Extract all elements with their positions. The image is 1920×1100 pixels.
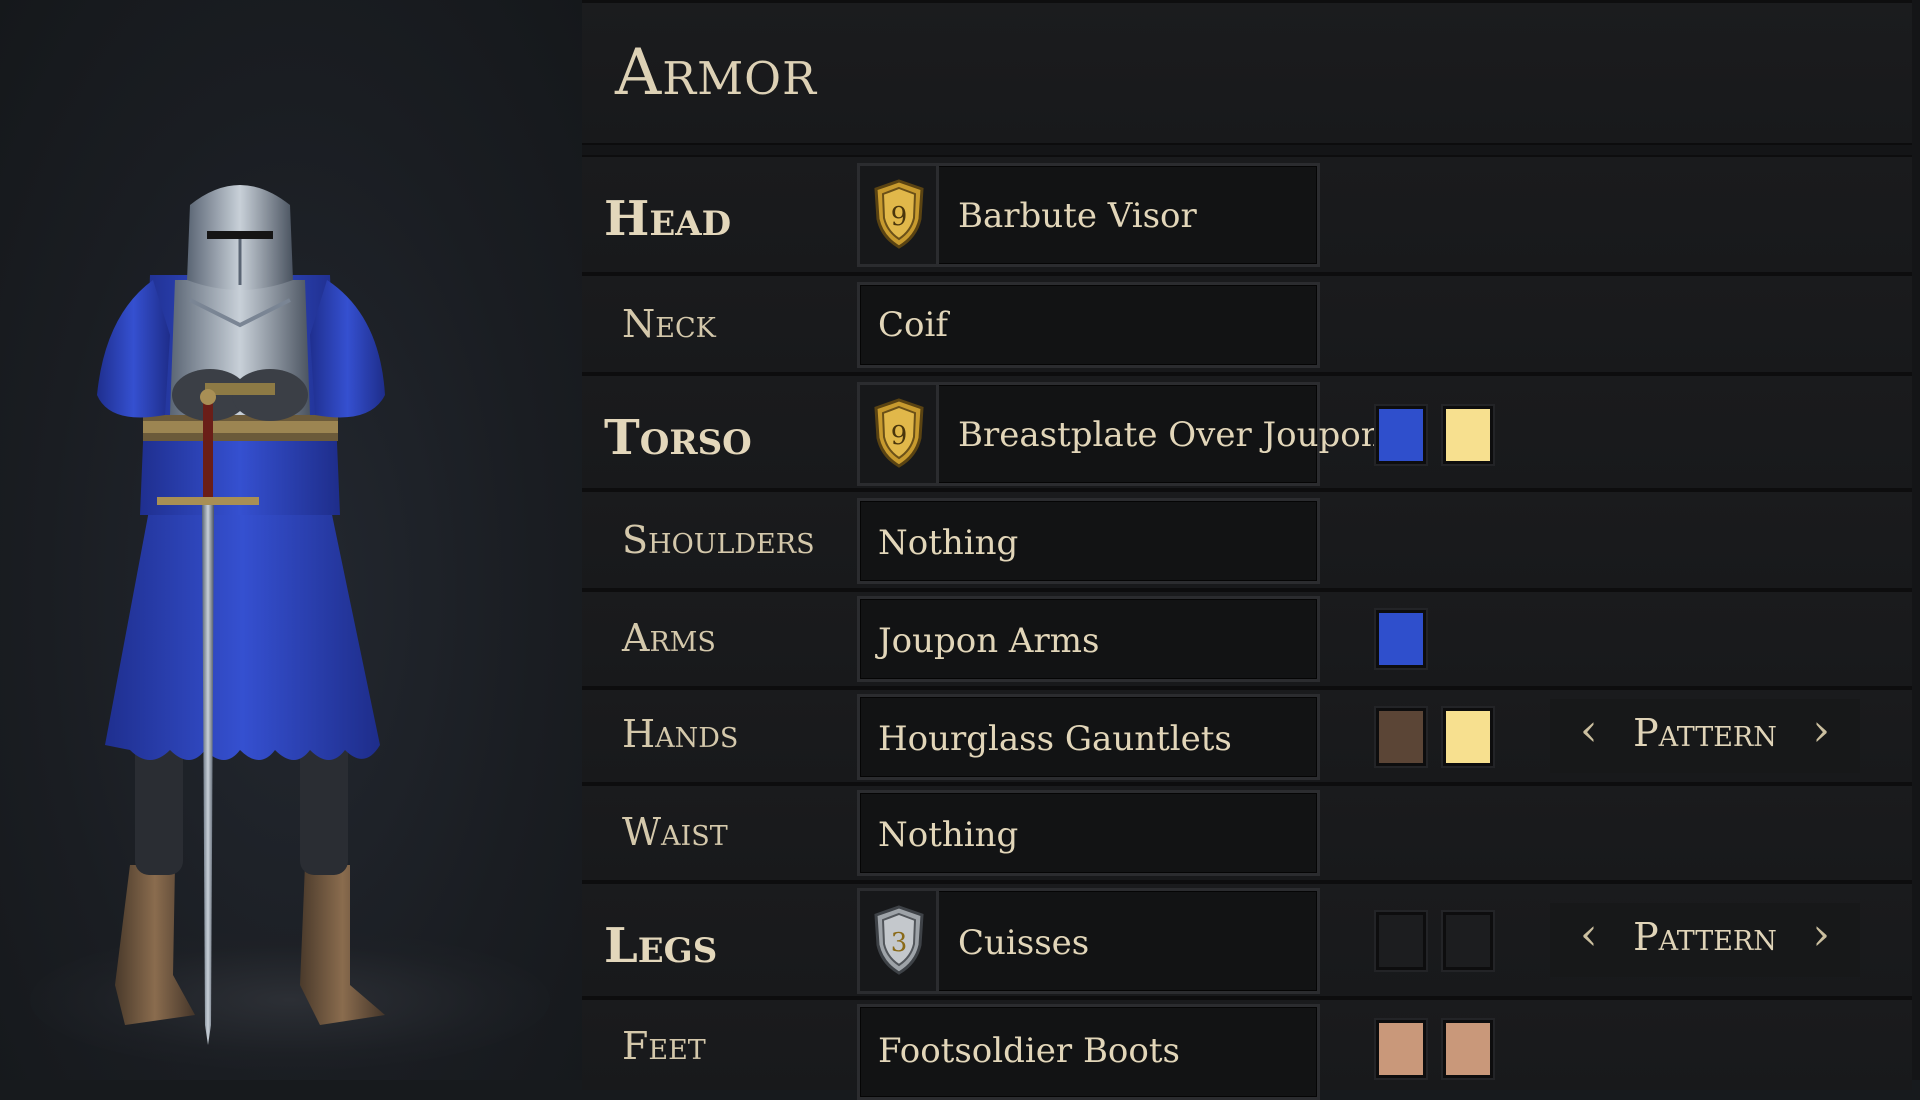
- slot-label-neck: Neck: [622, 302, 716, 346]
- slot-row-torso: Torso 9 Breastplate Over Joupon: [582, 374, 1912, 490]
- slot-label-legs: Legs: [604, 918, 718, 974]
- slot-label-hands: Hands: [622, 712, 739, 756]
- color-swatch-primary[interactable]: [1376, 406, 1426, 464]
- color-swatch-secondary[interactable]: [1443, 1020, 1493, 1078]
- svg-text:9: 9: [891, 202, 908, 232]
- item-selector-torso[interactable]: 9 Breastplate Over Joupon: [857, 382, 1383, 486]
- item-name: Breastplate Over Joupon: [958, 415, 1383, 455]
- item-selector-head[interactable]: 9 Barbute Visor: [857, 163, 1320, 267]
- item-selector-arms[interactable]: Joupon Arms: [857, 596, 1320, 682]
- item-name: Footsoldier Boots: [878, 1031, 1180, 1071]
- item-selector-feet[interactable]: Footsoldier Boots: [857, 1004, 1320, 1100]
- slot-label-torso: Torso: [604, 410, 752, 466]
- item-name: Joupon Arms: [878, 621, 1100, 661]
- armor-panel: Armor Head 9 Barbute Visor Neck Coif Tor…: [582, 0, 1920, 1100]
- item-selector-shoulders[interactable]: Nothing: [857, 498, 1320, 584]
- color-swatch-primary[interactable]: [1376, 912, 1426, 970]
- slot-row-shoulders: Shoulders Nothing: [582, 490, 1912, 590]
- item-name: Nothing: [878, 815, 1019, 855]
- slot-row-legs: Legs 3 Cuisses ‹ Pattern ›: [582, 882, 1912, 998]
- item-name: Nothing: [878, 523, 1019, 563]
- svg-text:9: 9: [891, 421, 908, 451]
- item-name: Coif: [878, 305, 948, 345]
- pattern-next-button[interactable]: ›: [1812, 705, 1830, 756]
- item-name: Hourglass Gauntlets: [878, 719, 1232, 759]
- pattern-next-button[interactable]: ›: [1812, 909, 1830, 960]
- color-swatch-secondary[interactable]: [1443, 406, 1493, 464]
- tier-badge-cell: 9: [860, 166, 939, 264]
- slot-label-shoulders: Shoulders: [622, 518, 815, 562]
- tier-badge-cell: 9: [860, 385, 939, 483]
- slot-row-head: Head 9 Barbute Visor: [582, 155, 1912, 274]
- color-swatch-secondary[interactable]: [1443, 912, 1493, 970]
- item-name: Cuisses: [958, 923, 1090, 963]
- knight-model: [97, 185, 385, 1045]
- color-swatch-primary[interactable]: [1376, 1020, 1426, 1078]
- slot-row-arms: Arms Joupon Arms: [582, 590, 1912, 688]
- slot-row-hands: Hands Hourglass Gauntlets ‹ Pattern ›: [582, 688, 1912, 784]
- gold-shield-icon: 9: [874, 179, 924, 249]
- silver-shield-icon: 3: [874, 905, 924, 975]
- pattern-selector-hands: ‹ Pattern ›: [1550, 699, 1860, 773]
- item-selector-neck[interactable]: Coif: [857, 282, 1320, 368]
- page-title: Armor: [615, 36, 817, 110]
- slot-label-waist: Waist: [622, 810, 728, 854]
- character-preview[interactable]: [0, 0, 582, 1080]
- tier-badge-cell: 3: [860, 891, 939, 991]
- slot-label-feet: Feet: [622, 1024, 706, 1068]
- slot-label-arms: Arms: [622, 616, 716, 660]
- item-selector-waist[interactable]: Nothing: [857, 790, 1320, 876]
- item-selector-hands[interactable]: Hourglass Gauntlets: [857, 694, 1320, 780]
- svg-text:3: 3: [891, 928, 908, 958]
- slot-row-waist: Waist Nothing: [582, 784, 1912, 882]
- item-name: Barbute Visor: [958, 196, 1197, 236]
- panel-header: Armor: [582, 0, 1912, 145]
- slot-row-neck: Neck Coif: [582, 274, 1912, 374]
- item-selector-legs[interactable]: 3 Cuisses: [857, 888, 1320, 994]
- color-swatch-primary[interactable]: [1376, 610, 1426, 668]
- slot-row-feet: Feet Footsoldier Boots: [582, 998, 1912, 1100]
- gold-shield-icon: 9: [874, 398, 924, 468]
- color-swatch-secondary[interactable]: [1443, 708, 1493, 766]
- color-swatch-primary[interactable]: [1376, 708, 1426, 766]
- slot-label-head: Head: [604, 191, 732, 247]
- pattern-selector-legs: ‹ Pattern ›: [1550, 903, 1860, 977]
